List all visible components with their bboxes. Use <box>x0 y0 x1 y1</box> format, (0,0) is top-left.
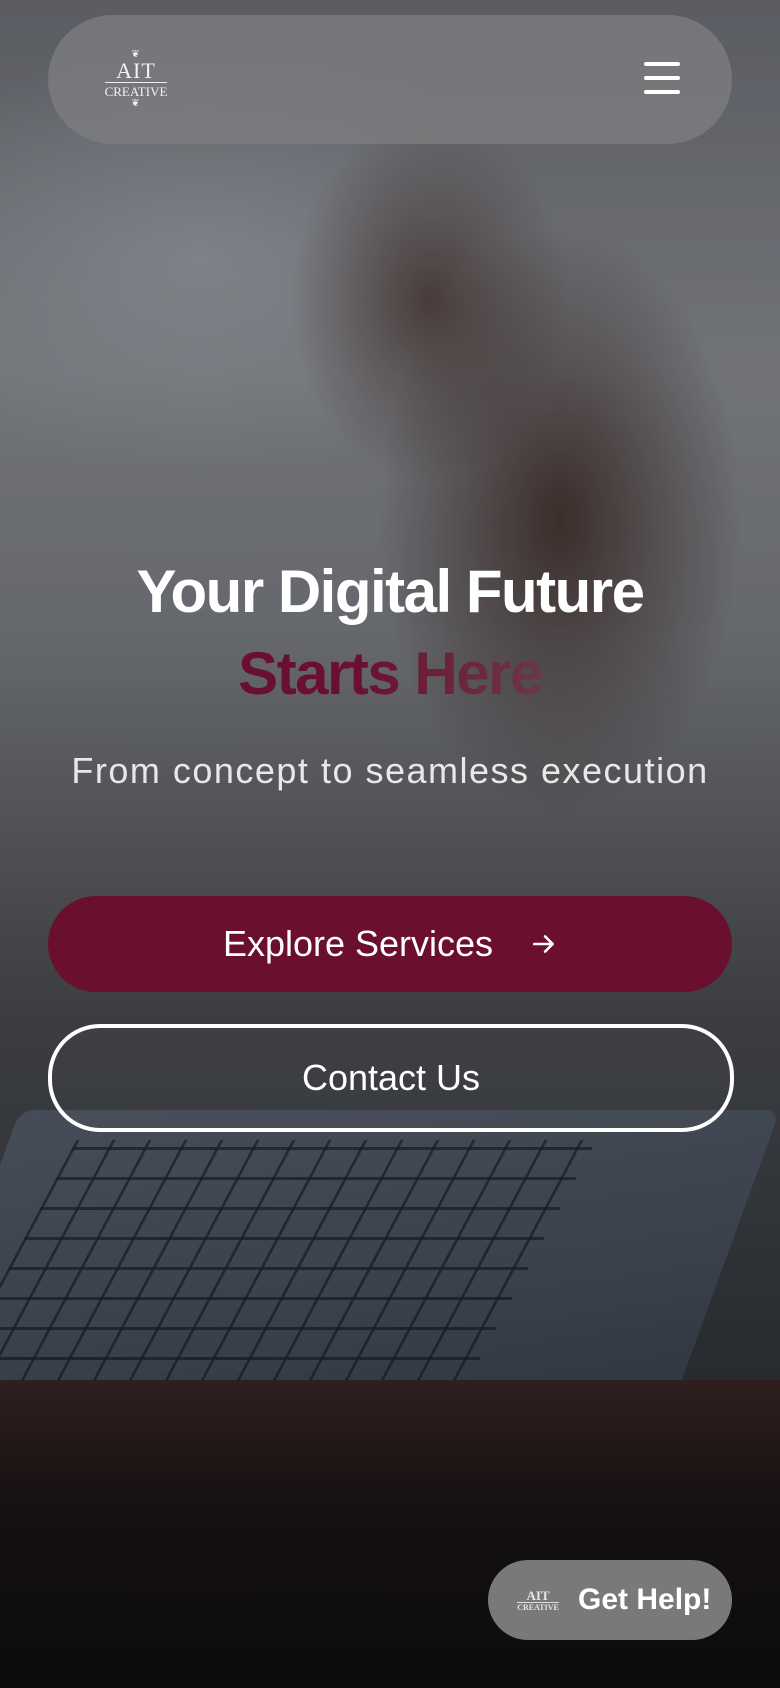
menu-bar <box>644 62 680 66</box>
hero-tagline: From concept to seamless execution <box>71 750 709 791</box>
help-logo-line1: AIT <box>526 1587 550 1603</box>
logo-line1: AIT <box>116 57 156 83</box>
hero-subtitle: Starts Here <box>0 638 780 710</box>
explore-services-label: Explore Services <box>222 923 494 964</box>
menu-bar <box>644 90 680 94</box>
hero-overlay <box>0 0 780 1688</box>
logo-ornament-bottom-icon: ❦ <box>131 97 141 109</box>
explore-services-button[interactable]: Explore Services <box>48 896 732 992</box>
hero-background-image <box>0 0 780 1688</box>
logo[interactable]: ❦ AIT CREATIVE ❦ <box>100 43 172 115</box>
hamburger-menu-icon[interactable] <box>644 62 680 94</box>
contact-us-button[interactable]: Contact Us <box>48 1024 734 1132</box>
contact-us-label: Contact Us <box>301 1057 481 1098</box>
top-navbar: ❦ AIT CREATIVE ❦ <box>48 15 732 144</box>
get-help-button[interactable]: AIT CREATIVE Get Help! <box>488 1560 732 1640</box>
help-logo-line2: CREATIVE <box>517 1601 559 1612</box>
get-help-label: Get Help! <box>578 1583 712 1616</box>
logo-line2: CREATIVE <box>104 81 168 99</box>
hero-title: Your Digital Future <box>136 558 645 625</box>
arrow-right-icon <box>532 935 555 953</box>
help-logo-icon: AIT CREATIVE <box>517 1580 559 1620</box>
menu-bar <box>644 76 680 80</box>
